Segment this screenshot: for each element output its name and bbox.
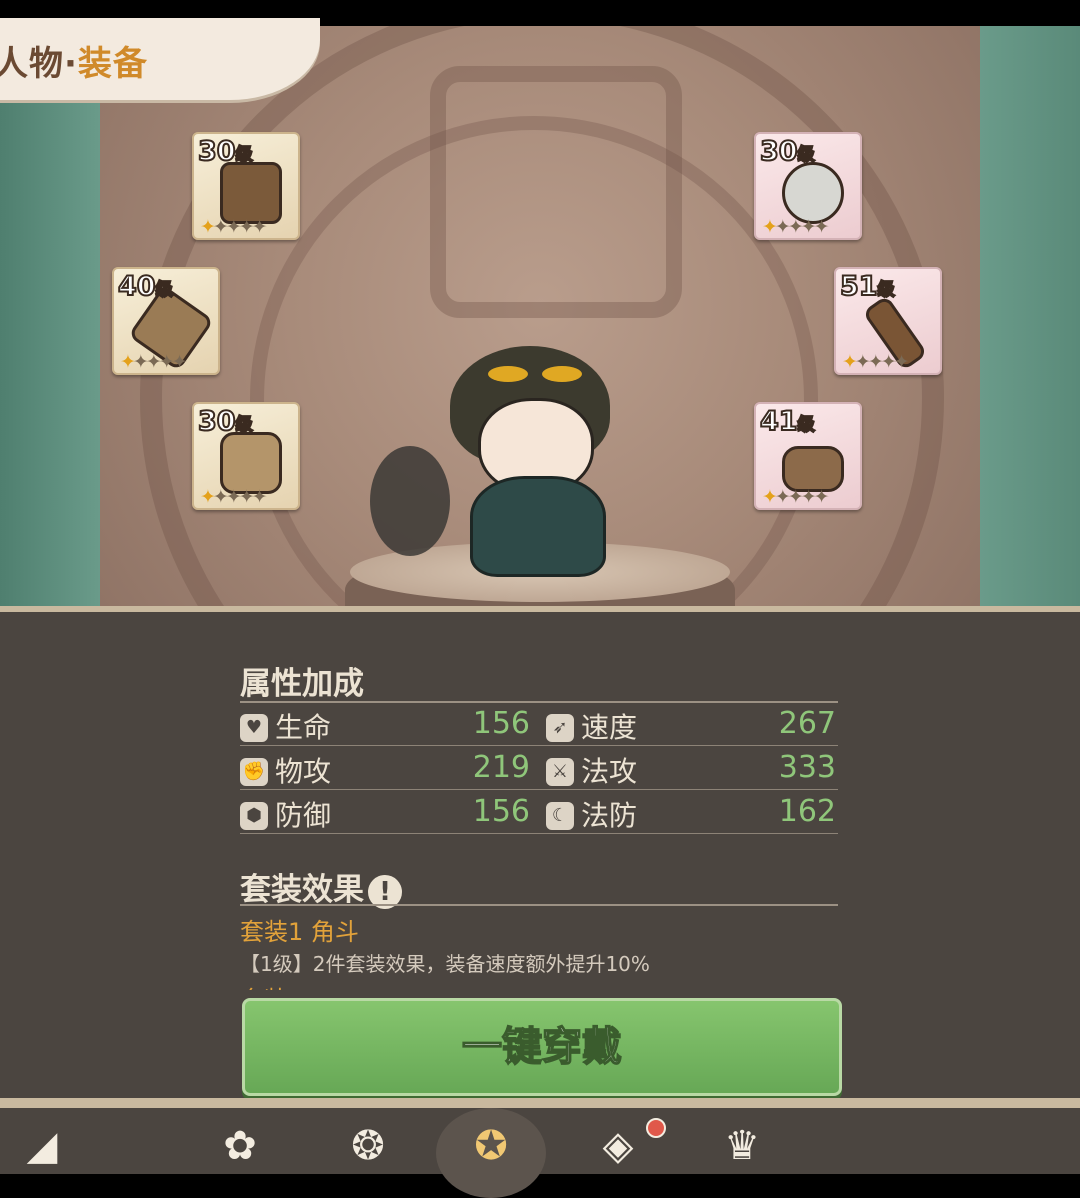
equip-level: 51: [839, 270, 879, 303]
stat-value: 162: [778, 794, 836, 829]
set1-name: 套装1 角斗: [240, 918, 359, 946]
gem-icon[interactable]: ◈: [590, 1118, 646, 1174]
equip-level-suffix: 级: [877, 279, 896, 301]
stat-pdef: ⬢ 防御 156: [240, 794, 536, 834]
right-wall: [980, 26, 1080, 646]
armor-icon: [220, 162, 282, 224]
set-effect-title: 套装效果: [240, 872, 364, 908]
stat-name: 物攻: [275, 755, 332, 788]
hero-armor: [470, 476, 606, 577]
stat-patk: ✊ 物攻 219: [240, 750, 536, 790]
equip-stars: ✦✦✦✦✦: [842, 351, 910, 373]
wear-all-button[interactable]: 一键穿戴: [242, 998, 842, 1096]
stat-hp: ♥ 生命 156: [240, 706, 536, 746]
equip-stars: ✦✦✦✦✦: [762, 486, 830, 508]
equip-level-suffix: 级: [155, 279, 174, 301]
fist-icon: ✊: [240, 758, 268, 786]
helmet-icon: [782, 162, 844, 224]
equip-level-suffix: 级: [797, 414, 816, 436]
stat-matk: ⚔ 法攻 333: [546, 750, 842, 790]
notification-dot: [646, 1118, 666, 1138]
equip-slot-club[interactable]: 51级 ✦✦✦✦✦: [834, 267, 942, 375]
hero-helmet-horn-right: [542, 366, 582, 382]
equip-slot-armor[interactable]: 30级 ✦✦✦✦✦: [192, 132, 300, 240]
equip-level: 30: [197, 405, 237, 438]
stat-value: 267: [778, 706, 836, 741]
lotus-icon[interactable]: ✿: [212, 1118, 268, 1174]
equip-level: 40: [117, 270, 157, 303]
heart-icon: ♥: [240, 714, 268, 742]
stat-name: 生命: [275, 711, 332, 744]
equip-slot-helmet[interactable]: 30级 ✦✦✦✦✦: [754, 132, 862, 240]
equipment-scene: 30级 ✦✦✦✦✦ 30级 ✦✦✦✦✦ 40级 ✦✦✦✦✦ 51级 ✦✦✦✦✦ …: [0, 26, 1080, 646]
hero-character[interactable]: [370, 326, 630, 577]
stat-speed: ➶ 速度 267: [546, 706, 842, 746]
equip-level: 41: [759, 405, 799, 438]
divider: [240, 904, 838, 906]
stat-name: 法攻: [581, 755, 638, 788]
divider: [240, 701, 838, 703]
equip-level: 30: [759, 135, 799, 168]
wing-icon: ➶: [546, 714, 574, 742]
crown-icon[interactable]: ♛: [714, 1118, 770, 1174]
stat-name: 防御: [275, 799, 332, 832]
divider: [240, 833, 838, 834]
equip-level-suffix: 级: [235, 414, 254, 436]
shield-item-icon: [220, 432, 282, 494]
equip-stars: ✦✦✦✦✦: [200, 216, 268, 238]
divider: [240, 789, 838, 790]
equip-level: 30: [197, 135, 237, 168]
stat-value: 333: [778, 750, 836, 785]
hero-smoke: [370, 446, 450, 556]
set1-description: 【1级】2件套装效果，装备速度额外提升10%: [240, 952, 650, 976]
title-accent: 装备: [77, 44, 148, 84]
stat-value: 156: [472, 794, 530, 829]
divider: [240, 745, 838, 746]
equip-nav-icon[interactable]: ✪: [463, 1118, 519, 1174]
equip-stars: ✦✦✦✦✦: [120, 351, 188, 373]
phoenix-icon[interactable]: ❂: [340, 1118, 396, 1174]
stat-mdef: ☾ 法防 162: [546, 794, 842, 834]
page-title: 人物·装备: [0, 36, 148, 85]
shield-icon: ⬢: [240, 802, 268, 830]
equip-stars: ✦✦✦✦✦: [200, 486, 268, 508]
equip-level-suffix: 级: [235, 144, 254, 166]
stat-name: 法防: [581, 799, 638, 832]
equip-level-suffix: 级: [797, 144, 816, 166]
stat-name: 速度: [581, 711, 638, 744]
mural-mask-emblem: [430, 66, 682, 318]
stat-value: 219: [472, 750, 530, 785]
set-effect-header: 套装效果!: [240, 864, 402, 909]
set2-name: 套装2 ...: [240, 980, 838, 990]
equip-slot-boots[interactable]: 41级 ✦✦✦✦✦: [754, 402, 862, 510]
equip-stars: ✦✦✦✦✦: [762, 216, 830, 238]
left-wall: [0, 26, 100, 646]
stat-value: 156: [472, 706, 530, 741]
title-prefix: 人物·: [0, 44, 78, 84]
equip-slot-axe[interactable]: 40级 ✦✦✦✦✦: [112, 267, 220, 375]
attributes-title: 属性加成: [240, 666, 364, 702]
sword-icon: ⚔: [546, 758, 574, 786]
moon-shield-icon: ☾: [546, 802, 574, 830]
set2-clipped: 套装2 ...: [240, 978, 838, 990]
equip-slot-shield[interactable]: 30级 ✦✦✦✦✦: [192, 402, 300, 510]
hero-helmet-horn-left: [488, 366, 528, 382]
back-icon[interactable]: ◢: [14, 1118, 70, 1174]
